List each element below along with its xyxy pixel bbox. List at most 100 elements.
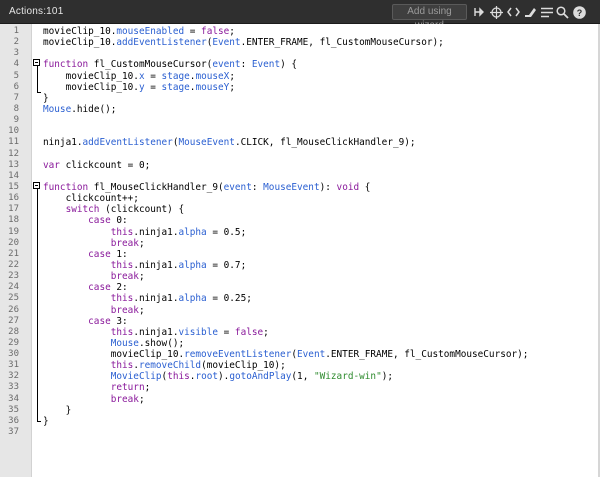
code-line[interactable]: this.ninja1.alpha = 0.5; <box>43 227 246 238</box>
code-token: root <box>195 371 219 383</box>
help-icon[interactable]: ? <box>572 5 586 19</box>
code-token: alpha <box>178 259 207 271</box>
code-line[interactable]: Mouse.hide(); <box>43 104 116 115</box>
code-token: break <box>110 271 139 283</box>
code-line[interactable]: break; <box>43 238 145 249</box>
code-token: false <box>201 26 230 37</box>
line-number: 15 <box>8 181 19 192</box>
code-token: ) { <box>280 59 298 71</box>
code-token: this <box>110 226 134 238</box>
code-token: .ninja1. <box>133 226 179 238</box>
line-number: 34 <box>8 393 19 404</box>
code-line[interactable]: this.removeChild(movieClip_10); <box>43 360 286 371</box>
code-line[interactable]: break; <box>43 271 145 282</box>
find-replace-icon[interactable] <box>523 5 537 19</box>
code-token: .ninja1. <box>133 259 179 271</box>
code-token: } <box>43 92 49 104</box>
lines-icon[interactable] <box>540 5 554 19</box>
code-token: Mouse <box>110 337 139 349</box>
code-line[interactable]: movieClip_10.removeEventListener(Event.E… <box>43 349 529 361</box>
line-number: 18 <box>8 215 19 226</box>
code-line[interactable]: switch (clickcount) { <box>43 204 185 215</box>
code-line[interactable]: this.ninja1.alpha = 0.25; <box>43 293 252 304</box>
code-token: mouseY <box>195 81 230 93</box>
code-token: stage <box>161 70 190 82</box>
code-line[interactable]: function fl_CustomMouseCursor(event: Eve… <box>43 59 297 70</box>
code-line[interactable]: movieClip_10.mouseEnabled = false; <box>43 26 235 37</box>
code-token: Event <box>212 37 241 49</box>
code-token: this <box>110 293 134 305</box>
code-token: = 0.25; <box>206 293 252 305</box>
code-token: ; <box>138 393 145 405</box>
code-token: stage <box>161 81 190 93</box>
code-token: removeChild <box>138 360 202 372</box>
code-line[interactable]: this.ninja1.alpha = 0.7; <box>43 260 246 271</box>
code-line[interactable]: function fl_MouseClickHandler_9(event: M… <box>43 182 370 193</box>
code-line[interactable]: movieClip_10.addEventListener(Event.ENTE… <box>43 37 444 48</box>
code-line[interactable]: movieClip_10.x = stage.mouseX; <box>43 71 235 82</box>
code-line[interactable]: break; <box>43 305 145 316</box>
code-line[interactable]: ninja1.addEventListener(MouseEvent.CLICK… <box>43 137 416 148</box>
fold-end-marker <box>37 421 41 422</box>
line-number: 9 <box>13 115 19 126</box>
fold-toggle-icon[interactable] <box>33 59 40 66</box>
code-token: ; <box>144 382 151 394</box>
code-line[interactable]: this.ninja1.visible = false; <box>43 327 269 338</box>
code-line[interactable]: } <box>43 93 49 104</box>
code-line[interactable]: case 1: <box>43 249 128 260</box>
line-number: 25 <box>8 293 19 304</box>
code-token: break <box>110 237 139 249</box>
target-icon[interactable] <box>489 5 503 19</box>
code-line[interactable]: } <box>43 416 49 427</box>
code-token: void <box>336 181 360 193</box>
code-line[interactable]: var clickcount = 0; <box>43 160 150 171</box>
code-line[interactable]: } <box>43 405 72 416</box>
code-token: hide(); <box>76 103 117 115</box>
code-token: case <box>88 248 111 260</box>
code-line[interactable]: case 0: <box>43 215 128 226</box>
code-line[interactable]: Mouse.show(); <box>43 338 184 349</box>
line-number: 13 <box>8 159 19 170</box>
code-token: (1, <box>291 371 314 383</box>
code-token: case <box>88 215 111 227</box>
code-brackets-icon[interactable] <box>506 5 520 19</box>
add-using-wizard-button[interactable]: Add using wizard <box>392 4 467 31</box>
code-line[interactable]: case 3: <box>43 316 128 327</box>
line-number: 11 <box>8 137 19 148</box>
code-token: this <box>110 326 134 338</box>
line-number: 6 <box>13 81 19 92</box>
line-number: 28 <box>8 326 19 337</box>
line-number: 36 <box>8 415 19 426</box>
code-line[interactable]: clickcount++; <box>43 193 139 204</box>
fold-guide <box>37 189 38 421</box>
code-token: ninja1. <box>43 137 83 149</box>
code-token: movieClip_10. <box>43 81 139 93</box>
search-icon[interactable] <box>555 5 569 19</box>
code-line[interactable]: return; <box>43 382 151 394</box>
code-token: .CLICK, fl_MouseClickHandler_9); <box>234 137 416 149</box>
code-line[interactable]: break; <box>43 394 145 405</box>
pin-icon[interactable] <box>472 5 486 19</box>
code-token: : <box>240 59 252 71</box>
code-line[interactable]: MovieClip(this.root).gotoAndPlay(1, "Wiz… <box>43 371 393 382</box>
fold-toggle-icon[interactable] <box>33 182 40 189</box>
code-token: movieClip_10. <box>43 70 139 82</box>
code-token: ; <box>138 271 145 283</box>
code-token: .ENTER_FRAME, fl_CustomMouseCursor); <box>325 349 529 361</box>
line-number: 8 <box>13 103 19 114</box>
code-token: function <box>43 181 89 193</box>
code-token: movieClip_10. <box>43 349 185 361</box>
line-number: 5 <box>13 70 19 81</box>
code-token: 2: <box>110 282 128 294</box>
code-token: this <box>110 259 134 271</box>
code-line[interactable]: movieClip_10.y = stage.mouseY; <box>43 82 235 93</box>
code-editor[interactable]: 1 2 3 4 5 6 7 8 9 10 11 12 13 14 15 16 17 18 19 20 21 22 23 24 2… <box>0 24 600 477</box>
code-line[interactable]: case 2: <box>43 282 128 293</box>
